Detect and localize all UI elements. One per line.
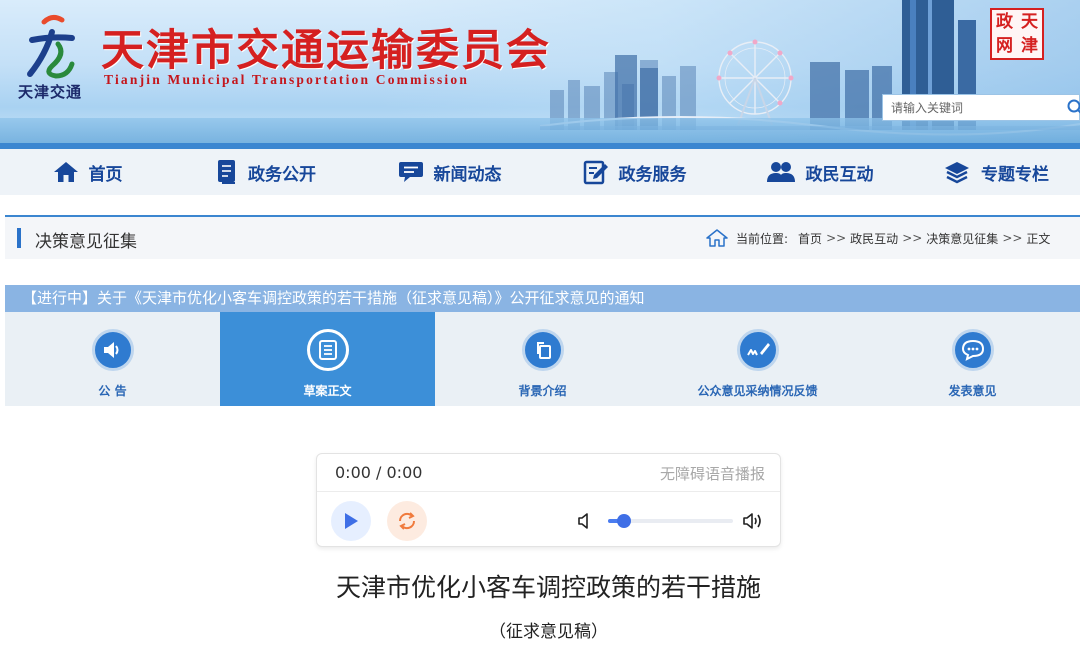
tab-submit-opinion[interactable]: 发表意见	[865, 312, 1080, 406]
nav-item-government-affairs[interactable]: 政务公开	[175, 149, 357, 195]
nav-item-news[interactable]: 新闻动态	[357, 149, 542, 195]
header-banner: 天津交通 天津市交通运输委员会 Tianjin Municipal Transp…	[0, 0, 1080, 143]
volume-high-icon[interactable]	[742, 511, 766, 531]
breadcrumb-current: 正文	[1026, 231, 1051, 246]
play-icon	[345, 513, 358, 529]
search-input[interactable]	[883, 95, 1063, 120]
breadcrumb-public-interaction[interactable]: 政民互动	[850, 230, 898, 247]
nav-item-label: 政务公开	[248, 164, 316, 185]
site-subtitle: Tianjin Municipal Transportation Commiss…	[104, 72, 470, 87]
tab-icon-circle	[91, 329, 134, 371]
breadcrumb-separator: >>	[902, 231, 923, 245]
playback-time: 0:00 / 0:00	[335, 463, 423, 482]
document-list-icon	[318, 340, 337, 360]
tab-background[interactable]: 背景介绍	[435, 312, 650, 406]
seal-char: 天	[1021, 12, 1038, 32]
loop-icon	[398, 512, 416, 530]
tab-label: 背景介绍	[518, 384, 567, 398]
seal-char: 津	[1021, 36, 1038, 56]
volume-slider[interactable]	[608, 514, 733, 528]
loop-button[interactable]	[387, 501, 427, 541]
signature-pen-icon	[746, 343, 770, 356]
edit-note-icon	[583, 160, 608, 185]
tab-public-feedback[interactable]: 公众意见采纳情况反馈	[650, 312, 865, 406]
volume-slider-handle[interactable]	[617, 514, 632, 528]
tab-icon-circle	[306, 329, 349, 371]
search-icon[interactable]	[1065, 97, 1080, 119]
nav-item-government-services[interactable]: 政务服务	[542, 149, 727, 195]
tab-label: 公 告	[98, 384, 127, 398]
consultation-tabs: 公 告 草案正文 背景介绍 公众意见采纳情况反馈 发表意见	[5, 312, 1080, 406]
section-title-marker	[17, 228, 21, 248]
comment-icon	[961, 339, 984, 361]
article-subtitle: （征求意见稿）	[489, 622, 608, 642]
home-icon	[53, 162, 78, 182]
tab-label: 草案正文	[303, 384, 352, 398]
breadcrumb-separator: >>	[826, 231, 847, 245]
river-reflection	[0, 118, 1080, 143]
nav-item-label: 首页	[88, 164, 123, 185]
document-icon	[218, 160, 235, 184]
nav-item-public-interaction[interactable]: 政民互动	[727, 149, 912, 195]
chat-bubble-icon	[398, 162, 423, 182]
breadcrumb: 当前位置: 首页 >> 政民互动 >> 决策意见征集 >> 正文	[706, 228, 1050, 248]
speaker-icon	[103, 342, 118, 358]
play-button[interactable]	[331, 501, 371, 541]
notice-title-bar: 【进行中】关于《天津市优化小客车调控政策的若干措施（征求意见稿）》公开征求意见的…	[5, 285, 1080, 312]
accessibility-voice-label[interactable]: 无障碍语音播报	[660, 463, 765, 484]
seal-char: 政	[996, 12, 1013, 32]
audio-player: 0:00 / 0:00 无障碍语音播报	[316, 453, 781, 547]
tab-label: 发表意见	[948, 384, 997, 398]
site-title[interactable]: 天津市交通运输委员会	[101, 16, 551, 78]
nav-item-label: 政民互动	[805, 164, 874, 185]
government-portal-seal[interactable]: 政 天 网 津	[990, 8, 1044, 60]
tab-label: 公众意见采纳情况反馈	[697, 384, 818, 398]
tab-icon-circle	[951, 329, 994, 371]
breadcrumb-home[interactable]: 首页	[798, 230, 822, 247]
copy-icon	[536, 342, 551, 359]
main-nav: 首页 政务公开 新闻动态 政务服务 政民互动 专题专栏	[0, 149, 1080, 195]
tab-draft-text[interactable]: 草案正文	[220, 312, 435, 406]
nav-item-home[interactable]: 首页	[0, 149, 175, 195]
tianjin-transport-logo-icon[interactable]	[22, 14, 82, 82]
article-title: 天津市优化小客车调控政策的若干措施	[335, 573, 761, 602]
tab-announcement[interactable]: 公 告	[5, 312, 220, 406]
search-box	[882, 94, 1080, 121]
home-outline-icon	[706, 229, 728, 247]
player-divider	[317, 491, 780, 492]
breadcrumb-prefix: 当前位置:	[736, 231, 789, 246]
nav-item-label: 专题专栏	[981, 164, 1049, 185]
volume-mute-icon[interactable]	[577, 512, 593, 530]
breadcrumb-separator: >>	[1002, 231, 1023, 245]
section-title: 决策意见征集	[35, 232, 137, 252]
nav-item-label: 新闻动态	[433, 164, 502, 185]
nav-item-label: 政务服务	[618, 164, 687, 185]
tab-icon-circle	[736, 329, 779, 371]
logo-caption: 天津交通	[18, 83, 83, 101]
nav-item-special-topics[interactable]: 专题专栏	[912, 149, 1080, 195]
layers-icon	[945, 162, 969, 184]
seal-char: 网	[996, 36, 1013, 56]
breadcrumb-opinion-collection[interactable]: 决策意见征集	[926, 230, 998, 247]
tab-icon-circle	[521, 329, 564, 371]
people-icon	[766, 162, 795, 182]
